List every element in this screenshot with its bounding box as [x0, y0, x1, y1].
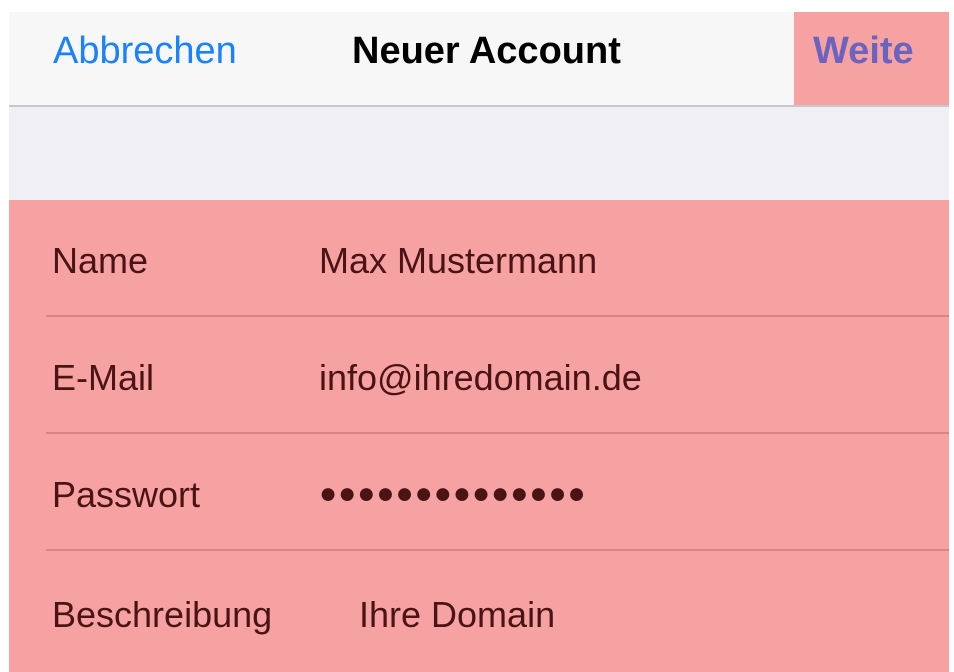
password-row[interactable]: Passwort ●●●●●●●●●●●●●●	[9, 434, 949, 551]
new-account-screen: Abbrechen Neuer Account Weite Name Max M…	[0, 0, 954, 672]
email-label: E-Mail	[52, 357, 155, 398]
email-field[interactable]: info@ihredomain.de	[319, 357, 642, 399]
next-button-label: Weite	[813, 30, 914, 72]
name-label: Name	[52, 240, 149, 281]
cancel-button[interactable]: Abbrechen	[53, 30, 237, 73]
account-form: Name Max Mustermann E-Mail info@ihredoma…	[9, 200, 949, 672]
page-title: Neuer Account	[352, 30, 621, 72]
name-row[interactable]: Name Max Mustermann	[9, 200, 949, 317]
name-field[interactable]: Max Mustermann	[319, 240, 597, 282]
description-row[interactable]: Beschreibung Ihre Domain	[9, 551, 949, 672]
password-label: Passwort	[52, 474, 201, 515]
navigation-bar: Abbrechen Neuer Account Weite	[9, 12, 949, 107]
password-field[interactable]: ●●●●●●●●●●●●●●	[319, 477, 587, 511]
next-button[interactable]: Weite	[794, 12, 949, 105]
description-field[interactable]: Ihre Domain	[359, 594, 555, 636]
description-label: Beschreibung	[52, 594, 273, 635]
section-spacer	[9, 107, 949, 200]
email-row[interactable]: E-Mail info@ihredomain.de	[9, 317, 949, 434]
